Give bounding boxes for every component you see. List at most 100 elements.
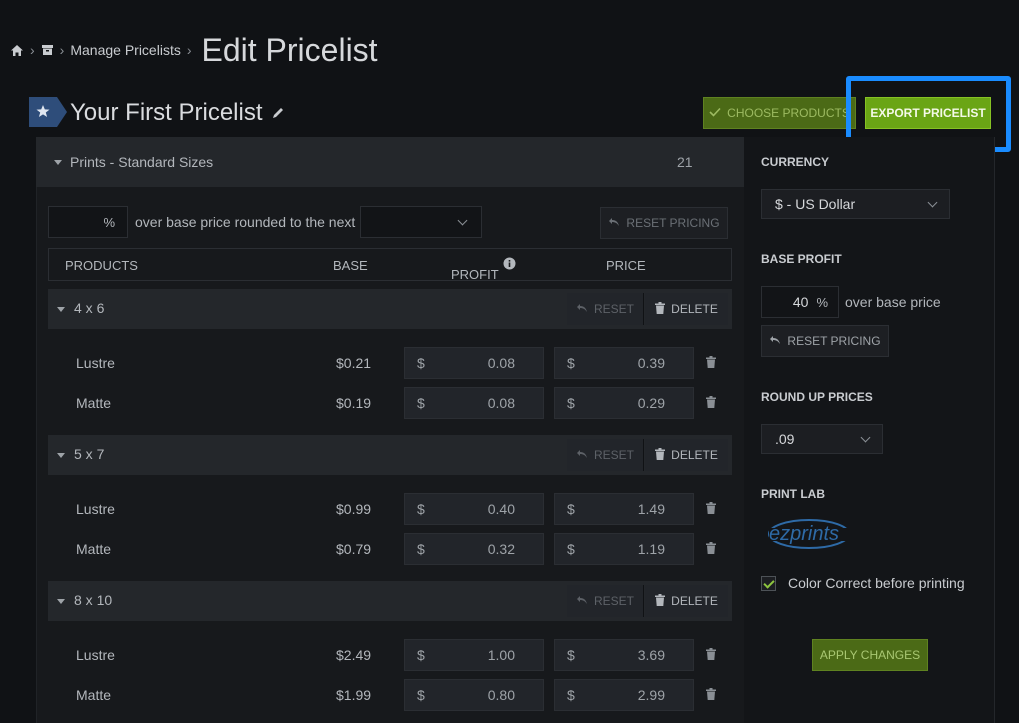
color-correct-option[interactable]: Color Correct before printing	[761, 575, 965, 591]
table-row: Matte $1.99 $0.80 $2.99	[48, 679, 732, 711]
profit-input[interactable]: $0.08	[404, 347, 544, 379]
trash-icon[interactable]	[706, 501, 716, 517]
reset-size-button[interactable]: RESET	[567, 439, 644, 471]
product-name: Lustre	[76, 501, 115, 517]
currency-value: $ - US Dollar	[775, 196, 856, 212]
col-price: PRICE	[606, 258, 646, 273]
choose-products-button[interactable]: CHOOSE PRODUCTS	[703, 97, 856, 129]
pricelist-name: Your First Pricelist	[70, 99, 263, 126]
reset-label: RESET	[593, 594, 634, 608]
lab-logo-text: ezprints	[769, 523, 839, 545]
size-row-5x7[interactable]: 5 x 7 RESET DELETE	[48, 435, 732, 475]
trash-icon[interactable]	[706, 647, 716, 663]
price-input[interactable]: $1.19	[554, 533, 694, 565]
delete-size-button[interactable]: DELETE	[645, 293, 728, 325]
dollar-sign: $	[567, 647, 575, 663]
category-count: 21	[677, 154, 693, 170]
profit-value: 0.08	[487, 355, 515, 371]
caret-down-icon	[54, 160, 62, 165]
reset-label: RESET	[593, 448, 634, 462]
home-icon[interactable]	[10, 44, 24, 57]
trash-icon	[655, 301, 666, 317]
table-row: Lustre $0.99 $0.40 $1.49	[48, 493, 732, 525]
undo-icon	[576, 448, 588, 462]
dollar-sign: $	[417, 647, 425, 663]
percent-sign: %	[103, 214, 115, 230]
check-icon	[709, 106, 721, 120]
category-header[interactable]: Prints - Standard Sizes 21	[36, 137, 744, 187]
dollar-sign: $	[567, 687, 575, 703]
trash-icon[interactable]	[706, 355, 716, 371]
reset-size-button[interactable]: RESET	[567, 585, 644, 617]
reset-pricing-button[interactable]: RESET PRICING	[600, 207, 728, 239]
product-base: $0.99	[336, 501, 372, 517]
print-lab-label: PRINT LAB	[761, 487, 825, 501]
product-name: Matte	[76, 687, 112, 703]
dollar-sign: $	[567, 395, 575, 411]
undo-icon	[576, 594, 588, 608]
size-row-4x6[interactable]: 4 x 6 RESET DELETE	[48, 289, 732, 329]
base-profit-input[interactable]: 40 %	[761, 286, 839, 318]
box-icon[interactable]	[41, 44, 54, 56]
price-value: 2.99	[637, 687, 665, 703]
dollar-sign: $	[567, 355, 575, 371]
profit-input[interactable]: $1.00	[404, 639, 544, 671]
delete-size-button[interactable]: DELETE	[645, 585, 728, 617]
profit-input[interactable]: $0.32	[404, 533, 544, 565]
dollar-sign: $	[417, 395, 425, 411]
product-base: $2.49	[336, 647, 372, 663]
base-profit-label: BASE PROFIT	[761, 252, 842, 266]
price-value: 0.39	[637, 355, 665, 371]
size-label: 8 x 10	[74, 592, 113, 608]
currency-select[interactable]: $ - US Dollar	[761, 189, 950, 219]
round-up-select[interactable]: .09	[761, 424, 883, 454]
apply-changes-button[interactable]: APPLY CHANGES	[812, 639, 928, 671]
price-input[interactable]: $1.49	[554, 493, 694, 525]
chevron-right-icon: ›	[59, 42, 65, 58]
chevron-down-icon	[457, 215, 468, 226]
trash-icon[interactable]	[706, 395, 716, 411]
price-value: 1.49	[637, 501, 665, 517]
chevron-down-icon	[927, 197, 938, 208]
chevron-right-icon: ›	[186, 42, 192, 58]
trash-icon[interactable]	[706, 687, 716, 703]
breadcrumb: › › Manage Pricelists › Edit Pricelist	[10, 30, 378, 70]
round-to-select[interactable]	[360, 206, 482, 238]
star-badge-icon	[29, 97, 67, 127]
trash-icon[interactable]	[706, 541, 716, 557]
color-correct-checkbox[interactable]	[761, 575, 776, 591]
page-title: Edit Pricelist	[201, 31, 378, 68]
reset-label: RESET	[593, 302, 634, 316]
reset-size-button[interactable]: RESET	[567, 293, 644, 325]
dollar-sign: $	[417, 541, 425, 557]
base-profit-description: over base price	[845, 294, 941, 310]
delete-size-button[interactable]: DELETE	[645, 439, 728, 471]
price-input[interactable]: $3.69	[554, 639, 694, 671]
size-row-8x10[interactable]: 8 x 10 RESET DELETE	[48, 581, 732, 621]
price-input[interactable]: $2.99	[554, 679, 694, 711]
round-up-label: ROUND UP PRICES	[761, 390, 873, 404]
export-pricelist-button[interactable]: EXPORT PRICELIST	[865, 97, 991, 129]
product-base: $0.21	[336, 355, 372, 371]
table-row: Lustre $2.49 $1.00 $3.69	[48, 639, 732, 671]
product-name: Matte	[76, 395, 112, 411]
undo-icon	[576, 302, 588, 316]
sidebar-reset-pricing-button[interactable]: RESET PRICING	[761, 325, 889, 357]
delete-label: DELETE	[671, 302, 718, 316]
markup-percent-input[interactable]: %	[48, 206, 128, 238]
profit-input[interactable]: $0.80	[404, 679, 544, 711]
undo-icon	[608, 216, 620, 230]
table-row: Lustre $0.21 $0.08 $0.39	[48, 347, 732, 379]
price-input[interactable]: $0.39	[554, 347, 694, 379]
pencil-icon[interactable]	[271, 99, 285, 127]
product-base: $0.79	[336, 541, 372, 557]
profit-input[interactable]: $0.08	[404, 387, 544, 419]
info-icon[interactable]	[503, 257, 516, 273]
table-row: Matte $0.19 $0.08 $0.29	[48, 387, 732, 419]
chevron-right-icon: ›	[30, 42, 35, 58]
profit-input[interactable]: $0.40	[404, 493, 544, 525]
dollar-sign: $	[417, 687, 425, 703]
breadcrumb-manage-pricelists[interactable]: Manage Pricelists	[70, 42, 181, 58]
price-input[interactable]: $0.29	[554, 387, 694, 419]
choose-products-label: CHOOSE PRODUCTS	[727, 106, 850, 120]
